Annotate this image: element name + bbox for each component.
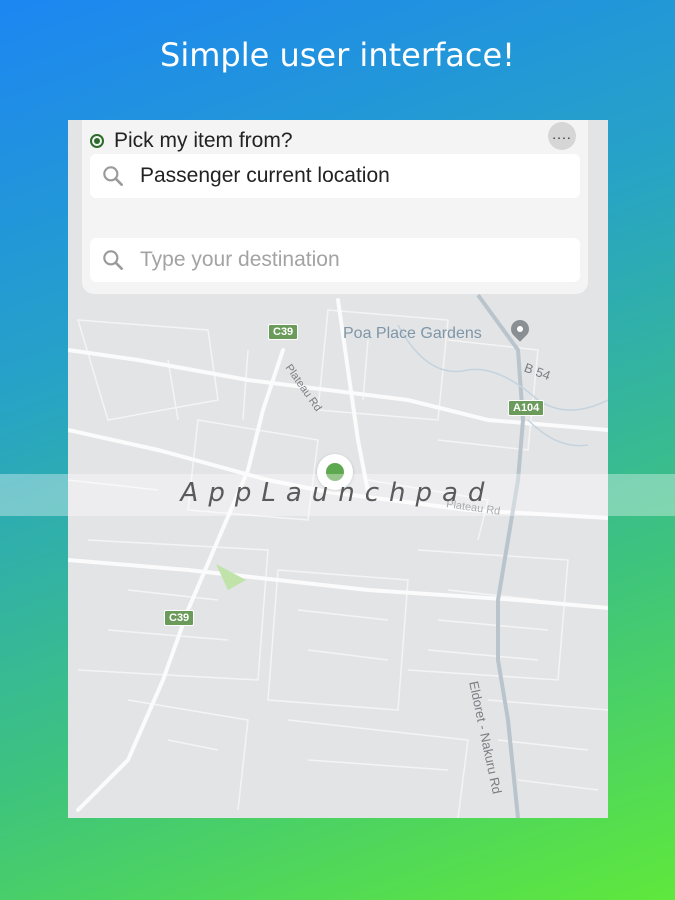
road-shield-a104: A104 bbox=[508, 400, 545, 416]
radio-selected-icon[interactable] bbox=[90, 134, 104, 148]
trip-search-card: Pick my item from? .... Passenger curren… bbox=[82, 120, 588, 294]
pickup-value: Passenger current location bbox=[140, 164, 390, 187]
destination-field[interactable] bbox=[90, 238, 580, 282]
search-icon bbox=[103, 250, 123, 270]
road-shield-c39-top: C39 bbox=[268, 324, 299, 340]
search-icon bbox=[103, 166, 123, 186]
pick-label: Pick my item from? bbox=[114, 129, 293, 152]
pickup-field[interactable]: Passenger current location bbox=[90, 154, 580, 198]
road-shield-c39-bottom: C39 bbox=[164, 610, 195, 626]
phone-screen: C39 C39 A104 B 54 Plateau Rd Plateau Rd … bbox=[68, 120, 608, 818]
more-options-button[interactable]: .... bbox=[548, 122, 576, 150]
destination-input[interactable] bbox=[140, 248, 540, 272]
poi-label[interactable]: Poa Place Gardens bbox=[343, 325, 482, 343]
pick-row[interactable]: Pick my item from? bbox=[90, 128, 293, 154]
watermark: AppLaunchpad bbox=[180, 478, 495, 508]
headline: Simple user interface! bbox=[160, 36, 515, 74]
